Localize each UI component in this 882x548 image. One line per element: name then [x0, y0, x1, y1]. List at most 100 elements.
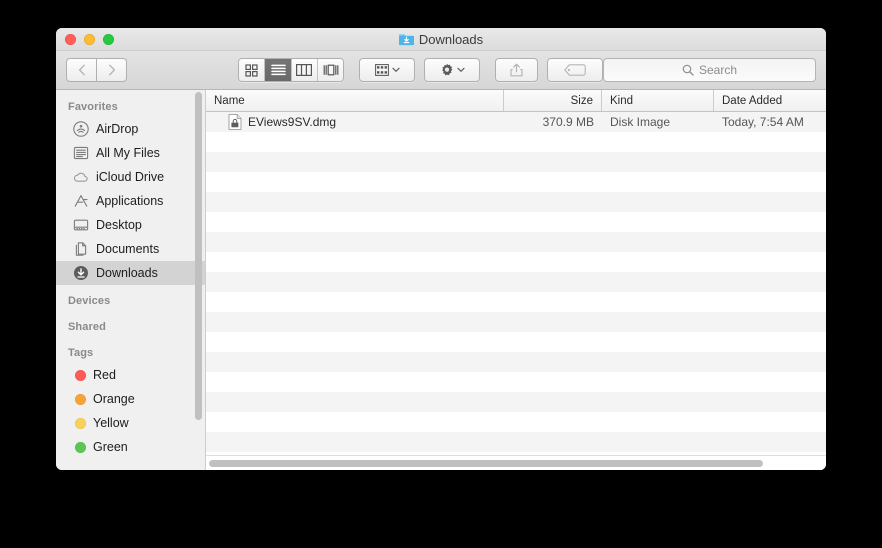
- sidebar-item-icloud-drive[interactable]: iCloud Drive: [56, 165, 205, 189]
- column-header-kind[interactable]: Kind: [602, 90, 714, 111]
- empty-row[interactable]: [206, 272, 826, 292]
- empty-row[interactable]: [206, 172, 826, 192]
- sidebar-header-favorites: Favorites: [68, 101, 118, 113]
- share-icon: [510, 63, 523, 77]
- tag-button[interactable]: [547, 58, 604, 82]
- empty-row[interactable]: [206, 192, 826, 212]
- tag-dot-green-icon: [75, 441, 86, 453]
- column-header-name[interactable]: Name: [206, 90, 504, 111]
- file-list: Name Size Kind Date Added EViews9SV.dmg …: [206, 90, 826, 470]
- sidebar-item-desktop[interactable]: Desktop: [56, 213, 205, 237]
- tag-icon: [564, 64, 586, 76]
- disk-image-file-icon: [228, 114, 242, 130]
- chevron-right-icon: [108, 64, 115, 76]
- empty-row[interactable]: [206, 312, 826, 332]
- coverflow-view-button[interactable]: [318, 59, 344, 81]
- sidebar-header-devices: Devices: [68, 295, 111, 307]
- sidebar-item-airdrop[interactable]: AirDrop: [56, 117, 205, 141]
- list-view-button[interactable]: [265, 59, 292, 81]
- downloads-icon: [73, 265, 89, 281]
- traffic-light-group: [65, 34, 114, 45]
- cell-kind: Disk Image: [610, 115, 671, 129]
- arrange-grid-icon: [374, 64, 389, 76]
- cell-name: EViews9SV.dmg: [206, 114, 504, 130]
- empty-row[interactable]: [206, 132, 826, 152]
- empty-row[interactable]: [206, 352, 826, 372]
- empty-row[interactable]: [206, 152, 826, 172]
- window-title-group: Downloads: [56, 28, 826, 50]
- window-body: Favorites AirDrop All My Files iCloud Dr…: [56, 90, 826, 470]
- forward-button[interactable]: [96, 58, 127, 82]
- sidebar-item-label: All My Files: [96, 146, 160, 160]
- sidebar-item-label: Green: [93, 440, 128, 454]
- search-placeholder: Search: [699, 63, 738, 77]
- sidebar-item-tag-green[interactable]: Green: [56, 435, 205, 459]
- sidebar-item-tag-orange[interactable]: Orange: [56, 387, 205, 411]
- search-icon: [682, 64, 694, 76]
- sidebar-item-label: Orange: [93, 392, 135, 406]
- empty-row[interactable]: [206, 432, 826, 452]
- desktop-icon: [73, 217, 89, 233]
- action-menu-button[interactable]: [424, 58, 481, 82]
- sidebar-item-all-my-files[interactable]: All My Files: [56, 141, 205, 165]
- window-title: Downloads: [418, 31, 484, 47]
- icloud-icon: [73, 169, 89, 185]
- sidebar-item-label: Desktop: [96, 218, 142, 232]
- sidebar-content: Favorites AirDrop All My Files iCloud Dr…: [56, 90, 205, 459]
- empty-row[interactable]: [206, 392, 826, 412]
- minimize-button[interactable]: [84, 34, 95, 45]
- sidebar-item-applications[interactable]: Applications: [56, 189, 205, 213]
- coverflow-icon: [323, 64, 339, 76]
- search-input[interactable]: Search: [603, 58, 816, 82]
- tag-dot-red-icon: [75, 369, 86, 381]
- airdrop-icon: [73, 121, 89, 137]
- gear-icon: [441, 63, 453, 76]
- sidebar-item-documents[interactable]: Documents: [56, 237, 205, 261]
- title-bar[interactable]: Downloads: [56, 28, 826, 51]
- tag-dot-orange-icon: [75, 393, 86, 405]
- arrange-button[interactable]: [359, 58, 416, 82]
- column-header-size[interactable]: Size: [504, 90, 602, 111]
- empty-row[interactable]: [206, 372, 826, 392]
- table-row[interactable]: EViews9SV.dmg 370.9 MB Disk Image Today,…: [206, 112, 826, 132]
- finder-window: Downloads Search Favorites AirDrop All M…: [56, 28, 826, 470]
- cell-date-added: Today, 7:54 AM: [722, 115, 804, 129]
- sidebar-item-label: Downloads: [96, 266, 158, 280]
- close-button[interactable]: [65, 34, 76, 45]
- share-button[interactable]: [494, 58, 538, 82]
- chevron-down-icon: [457, 67, 465, 72]
- column-view-button[interactable]: [291, 59, 319, 81]
- horizontal-scrollbar[interactable]: [206, 455, 826, 470]
- column-headers: Name Size Kind Date Added: [206, 90, 826, 112]
- empty-row[interactable]: [206, 252, 826, 272]
- sidebar-item-label: Applications: [96, 194, 164, 208]
- tag-dot-yellow-icon: [75, 417, 86, 429]
- chevron-left-icon: [78, 64, 85, 76]
- sidebar: Favorites AirDrop All My Files iCloud Dr…: [56, 90, 206, 470]
- columns-icon: [296, 64, 313, 76]
- sidebar-item-downloads[interactable]: Downloads: [56, 261, 205, 285]
- horizontal-scrollbar-thumb[interactable]: [209, 459, 763, 467]
- maximize-button[interactable]: [103, 34, 114, 45]
- icon-view-button[interactable]: [238, 59, 266, 81]
- chevron-down-icon: [391, 67, 400, 72]
- file-rows: EViews9SV.dmg 370.9 MB Disk Image Today,…: [206, 112, 826, 455]
- file-name: EViews9SV.dmg: [248, 115, 337, 129]
- grid-icon: [245, 63, 258, 77]
- column-header-date-added[interactable]: Date Added: [714, 90, 826, 111]
- sidebar-item-label: iCloud Drive: [96, 170, 165, 184]
- toolbar: Search: [56, 51, 826, 90]
- empty-row[interactable]: [206, 232, 826, 252]
- back-button[interactable]: [66, 58, 96, 82]
- sidebar-scrollbar[interactable]: [195, 92, 202, 420]
- sidebar-item-tag-yellow[interactable]: Yellow: [56, 411, 205, 435]
- sidebar-item-label: Red: [93, 368, 116, 382]
- empty-row[interactable]: [206, 212, 826, 232]
- all-my-files-icon: [73, 145, 89, 161]
- applications-icon: [73, 193, 89, 209]
- empty-row[interactable]: [206, 292, 826, 312]
- sidebar-item-tag-red[interactable]: Red: [56, 363, 205, 387]
- empty-row[interactable]: [206, 332, 826, 352]
- empty-row[interactable]: [206, 412, 826, 432]
- documents-icon: [73, 241, 89, 257]
